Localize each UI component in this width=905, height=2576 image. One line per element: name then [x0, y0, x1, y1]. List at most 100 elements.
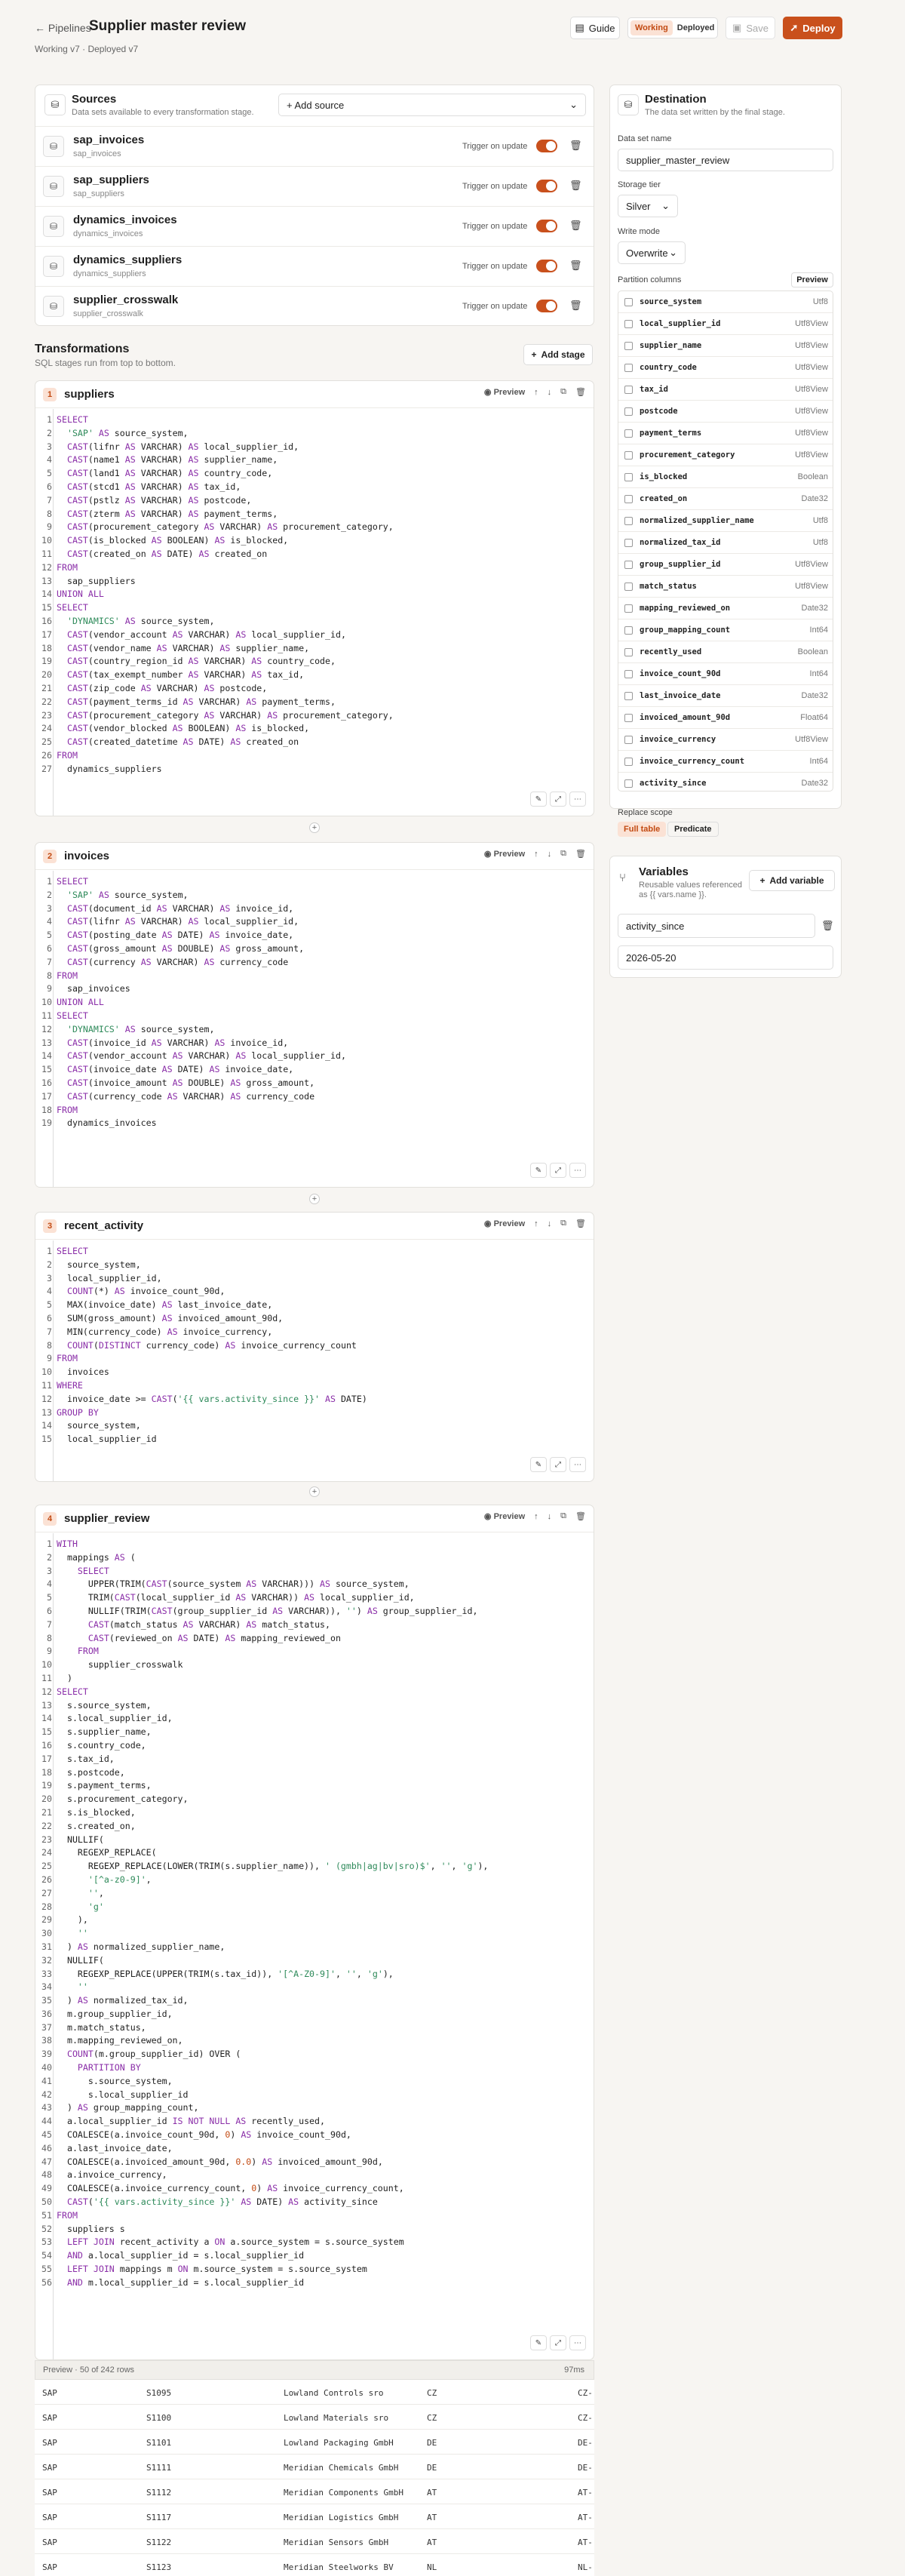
column-checkbox[interactable]	[624, 407, 633, 416]
copy-icon[interactable]: ⧉	[560, 1219, 566, 1228]
back-to-pipelines-link[interactable]: ← Pipelines	[35, 22, 91, 34]
format-icon[interactable]: ✎	[530, 1457, 547, 1472]
column-checkbox[interactable]	[624, 626, 633, 635]
partition-column-row[interactable]: source_system Utf8	[618, 291, 833, 313]
partition-column-row[interactable]: normalized_supplier_name Utf8	[618, 510, 833, 532]
insert-stage-button[interactable]: +	[309, 1194, 320, 1204]
insert-stage-button[interactable]: +	[309, 822, 320, 833]
partition-column-row[interactable]: local_supplier_id Utf8View	[618, 313, 833, 335]
move-down-icon[interactable]: ↓	[548, 1219, 552, 1228]
stage-preview-button[interactable]: ◉ Preview	[484, 1219, 525, 1228]
partition-column-row[interactable]: recently_used Boolean	[618, 641, 833, 663]
trash-icon[interactable]: 🗑	[569, 300, 582, 312]
insert-stage-button[interactable]: +	[309, 1486, 320, 1497]
column-checkbox[interactable]	[624, 779, 633, 788]
format-icon[interactable]: ✎	[530, 1163, 547, 1178]
move-up-icon[interactable]: ↑	[534, 1219, 538, 1228]
move-down-icon[interactable]: ↓	[548, 850, 552, 859]
add-variable-button[interactable]: + Add variable	[749, 870, 835, 891]
partition-column-row[interactable]: created_on Date32	[618, 488, 833, 510]
status-working[interactable]: Working	[630, 20, 673, 35]
column-checkbox[interactable]	[624, 473, 633, 481]
column-checkbox[interactable]	[624, 583, 633, 591]
column-checkbox[interactable]	[624, 386, 633, 394]
trash-icon[interactable]: 🗑	[575, 387, 586, 397]
expand-icon[interactable]: ⤢	[550, 1163, 566, 1178]
partition-column-row[interactable]: tax_id Utf8View	[618, 379, 833, 401]
more-icon[interactable]: ⋯	[569, 2335, 586, 2350]
column-checkbox[interactable]	[624, 604, 633, 613]
variable-value-input[interactable]: 2026-05-20	[618, 945, 833, 970]
stage-preview-button[interactable]: ◉ Preview	[484, 1511, 525, 1521]
add-stage-button[interactable]: + Add stage	[523, 344, 593, 365]
partition-column-row[interactable]: invoiced_amount_90d Float64	[618, 707, 833, 729]
trigger-toggle[interactable]	[536, 180, 557, 192]
move-up-icon[interactable]: ↑	[534, 1512, 538, 1521]
trash-icon[interactable]: 🗑	[569, 260, 582, 272]
column-checkbox[interactable]	[624, 561, 633, 569]
partition-column-row[interactable]: invoice_currency Utf8View	[618, 729, 833, 751]
partition-column-row[interactable]: postcode Utf8View	[618, 401, 833, 423]
partition-column-row[interactable]: is_blocked Boolean	[618, 466, 833, 488]
trash-icon[interactable]: 🗑	[569, 180, 582, 192]
partition-column-row[interactable]: activity_since Date32	[618, 773, 833, 791]
dataset-name-input[interactable]: supplier_master_review	[618, 149, 833, 171]
trash-icon[interactable]: 🗑	[575, 1219, 586, 1228]
partition-column-row[interactable]: country_code Utf8View	[618, 357, 833, 379]
trash-icon[interactable]: 🗑	[569, 220, 582, 232]
trigger-toggle[interactable]	[536, 220, 557, 232]
partition-column-row[interactable]: procurement_category Utf8View	[618, 444, 833, 466]
stage-preview-button[interactable]: ◉ Preview	[484, 849, 525, 859]
more-icon[interactable]: ⋯	[569, 792, 586, 807]
scope-predicate-button[interactable]: Predicate	[667, 822, 719, 837]
stage-name[interactable]: suppliers	[64, 388, 115, 401]
expand-icon[interactable]: ⤢	[550, 1457, 566, 1472]
variable-name-input[interactable]: activity_since	[618, 914, 815, 938]
partition-column-row[interactable]: payment_terms Utf8View	[618, 423, 833, 444]
trash-icon[interactable]: 🗑	[575, 1511, 586, 1521]
column-checkbox[interactable]	[624, 670, 633, 678]
move-up-icon[interactable]: ↑	[534, 850, 538, 859]
write-mode-select[interactable]: Overwrite ⌄	[618, 241, 686, 264]
column-checkbox[interactable]	[624, 451, 633, 460]
column-checkbox[interactable]	[624, 736, 633, 744]
partition-column-row[interactable]: normalized_tax_id Utf8	[618, 532, 833, 554]
column-checkbox[interactable]	[624, 758, 633, 766]
guide-button[interactable]: ▤ Guide	[570, 17, 620, 39]
partition-column-row[interactable]: group_supplier_id Utf8View	[618, 554, 833, 576]
status-toggle[interactable]: Working Deployed	[627, 17, 718, 38]
stage-preview-button[interactable]: ◉ Preview	[484, 387, 525, 397]
copy-icon[interactable]: ⧉	[560, 1511, 566, 1521]
copy-icon[interactable]: ⧉	[560, 849, 566, 859]
column-checkbox[interactable]	[624, 429, 633, 438]
format-icon[interactable]: ✎	[530, 2335, 547, 2350]
partition-column-row[interactable]: mapping_reviewed_on Date32	[618, 598, 833, 619]
column-checkbox[interactable]	[624, 495, 633, 503]
trigger-toggle[interactable]	[536, 260, 557, 272]
trash-icon[interactable]: 🗑	[575, 849, 586, 859]
column-checkbox[interactable]	[624, 298, 633, 306]
save-button[interactable]: ▣ Save	[726, 17, 775, 39]
stage-name[interactable]: invoices	[64, 850, 109, 862]
deploy-button[interactable]: ➚ Deploy	[783, 17, 842, 39]
column-checkbox[interactable]	[624, 648, 633, 656]
partition-column-row[interactable]: invoice_count_90d Int64	[618, 663, 833, 685]
move-down-icon[interactable]: ↓	[548, 388, 552, 397]
expand-icon[interactable]: ⤢	[550, 2335, 566, 2350]
column-checkbox[interactable]	[624, 517, 633, 525]
partition-column-row[interactable]: last_invoice_date Date32	[618, 685, 833, 707]
trigger-toggle[interactable]	[536, 140, 557, 152]
copy-icon[interactable]: ⧉	[560, 387, 566, 397]
column-checkbox[interactable]	[624, 692, 633, 700]
format-icon[interactable]: ✎	[530, 792, 547, 807]
partition-column-row[interactable]: invoice_currency_count Int64	[618, 751, 833, 773]
more-icon[interactable]: ⋯	[569, 1163, 586, 1178]
partition-column-row[interactable]: match_status Utf8View	[618, 576, 833, 598]
trigger-toggle[interactable]	[536, 300, 557, 312]
column-checkbox[interactable]	[624, 364, 633, 372]
trash-icon[interactable]: 🗑	[821, 920, 834, 932]
column-checkbox[interactable]	[624, 714, 633, 722]
partition-column-row[interactable]: group_mapping_count Int64	[618, 619, 833, 641]
status-deployed[interactable]: Deployed	[673, 20, 719, 35]
move-up-icon[interactable]: ↑	[534, 388, 538, 397]
